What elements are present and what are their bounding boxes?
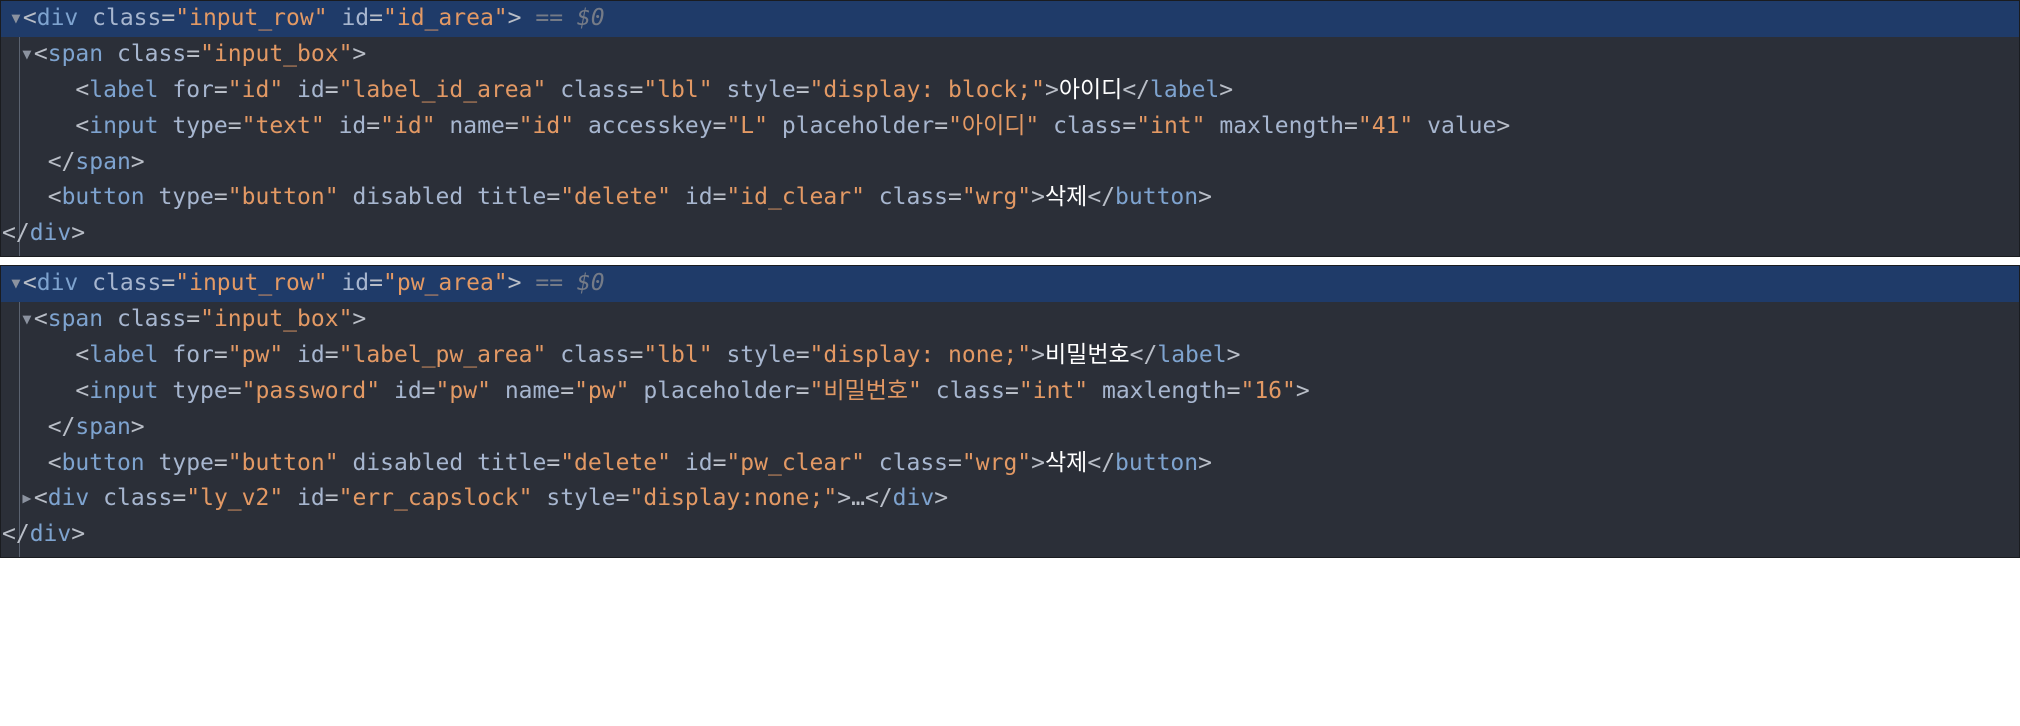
dom-node-span-open[interactable]: <span class="input_box"> — [20, 302, 2013, 338]
dom-node-div-close[interactable]: </div> — [2, 517, 2013, 553]
attr-name: class — [92, 5, 161, 31]
children-container: <span class="input_box"> <label for="id"… — [19, 37, 2019, 256]
expand-toggle-icon[interactable] — [20, 485, 34, 511]
dom-node-label[interactable]: <label for="id" id="label_id_area" class… — [20, 73, 2013, 109]
dom-node-div-close[interactable]: </div> — [2, 216, 2013, 252]
expand-toggle-icon[interactable] — [20, 306, 34, 332]
dom-node-span-open[interactable]: <span class="input_box"> — [20, 37, 2013, 73]
dom-node-label[interactable]: <label for="pw" id="label_pw_area" class… — [20, 338, 2013, 374]
button-text: 삭제 — [1045, 184, 1087, 210]
tag-span: span — [48, 41, 103, 67]
expand-toggle-icon[interactable] — [9, 270, 23, 296]
dom-node-span-close[interactable]: </span> — [20, 410, 2013, 446]
dom-node-err-capslock[interactable]: <div class="ly_v2" id="err_capslock" sty… — [20, 481, 2013, 517]
open-angle: < — [23, 5, 37, 31]
dom-panel-id-area: <div class="input_row" id="id_area"> == … — [0, 0, 2020, 257]
tag-label: label — [89, 77, 158, 103]
dom-node-button[interactable]: <button type="button" disabled title="de… — [20, 180, 2013, 216]
bare-attr-value: value — [1427, 113, 1496, 139]
attr-value: "input_box" — [200, 41, 352, 67]
attr-value: "input_row" — [175, 5, 327, 31]
selection-marker: == $0 — [535, 270, 604, 296]
selection-marker: == $0 — [535, 5, 604, 31]
children-container: <span class="input_box"> <label for="pw"… — [19, 302, 2019, 557]
label-text: 비밀번호 — [1045, 342, 1130, 368]
collapsed-ellipsis[interactable]: … — [851, 485, 865, 511]
selected-dom-node-id-area[interactable]: <div class="input_row" id="id_area"> == … — [1, 1, 2019, 37]
dom-node-input[interactable]: <input type="password" id="pw" name="pw"… — [20, 374, 2013, 410]
attr-value: "id_area" — [383, 5, 508, 31]
label-text: 아이디 — [1059, 77, 1122, 103]
bare-attr-disabled: disabled — [352, 450, 463, 476]
dom-node-button[interactable]: <button type="button" disabled title="de… — [20, 446, 2013, 482]
bare-attr-disabled: disabled — [352, 184, 463, 210]
dom-node-span-close[interactable]: </span> — [20, 145, 2013, 181]
dom-panel-pw-area: <div class="input_row" id="pw_area"> == … — [0, 265, 2020, 558]
tag-button: button — [62, 184, 145, 210]
tag-input: input — [89, 113, 158, 139]
attr-name: class — [117, 41, 186, 67]
expand-toggle-icon[interactable] — [20, 41, 34, 67]
expand-toggle-icon[interactable] — [9, 5, 23, 31]
selected-dom-node-pw-area[interactable]: <div class="input_row" id="pw_area"> == … — [1, 266, 2019, 302]
attr-name: id — [341, 5, 369, 31]
tag-div: div — [37, 5, 79, 31]
button-text: 삭제 — [1045, 450, 1087, 476]
dom-node-input[interactable]: <input type="text" id="id" name="id" acc… — [20, 109, 2013, 145]
